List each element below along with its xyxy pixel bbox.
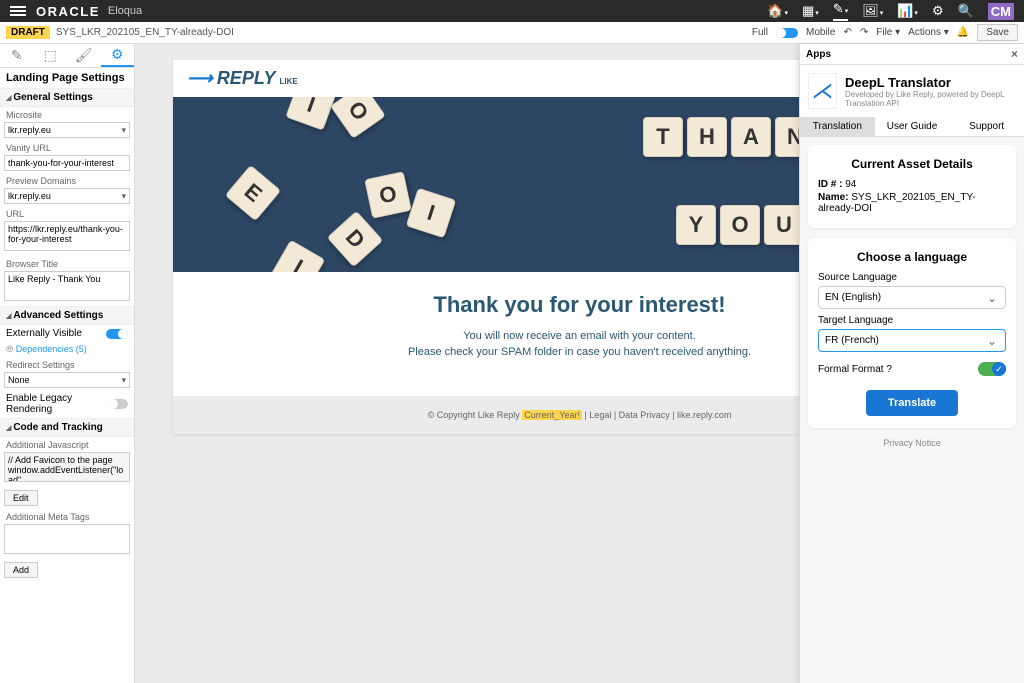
settings-sidebar: ✎ ⬚ 🖌 ⚙ Landing Page Settings General Se… [0, 44, 135, 683]
url-value: https://lkr.reply.eu/thank-you-for-your-… [4, 221, 130, 251]
lang-card-title: Choose a language [818, 250, 1006, 264]
asset-card-title: Current Asset Details [818, 157, 1006, 171]
meta-label: Additional Meta Tags [0, 509, 134, 522]
header-actions: 🏠 ▦ ✎ 🖼 📊 ⚙ 🔍 CM [767, 1, 1014, 21]
target-lang-label: Target Language [818, 315, 1006, 326]
redo-icon[interactable]: ↷ [860, 27, 868, 38]
mobile-label: Mobile [806, 27, 835, 38]
section-advanced[interactable]: Advanced Settings [0, 306, 134, 325]
product-name: Eloqua [108, 5, 142, 17]
legacy-row: Enable Legacy Rendering [0, 390, 134, 418]
bell-icon[interactable]: 🔔 [957, 27, 969, 38]
home-icon[interactable]: 🏠 [767, 3, 788, 19]
asset-details-card: Current Asset Details ID # : 94 Name: SY… [808, 145, 1016, 228]
formal-toggle[interactable] [978, 362, 1006, 376]
settings-icon[interactable]: ⚙ [932, 3, 944, 19]
draft-badge: DRAFT [6, 26, 50, 39]
apps-panel: Apps × ⋌ DeepL Translator Developed by L… [799, 44, 1024, 683]
meta-input[interactable] [4, 524, 130, 554]
url-label: URL [0, 206, 134, 219]
redirect-select[interactable]: None [4, 372, 130, 388]
source-lang-label: Source Language [818, 272, 1006, 283]
grid-icon[interactable]: ▦ [802, 3, 819, 19]
redirect-label: Redirect Settings [0, 357, 134, 370]
tab-brush-icon[interactable]: 🖌 [67, 44, 101, 67]
section-code[interactable]: Code and Tracking [0, 418, 134, 437]
section-general[interactable]: General Settings [0, 88, 134, 107]
ext-visible-label: Externally Visible [6, 328, 82, 339]
legacy-toggle[interactable] [108, 399, 128, 409]
menu-icon[interactable] [10, 4, 26, 18]
privacy-link[interactable]: Privacy Notice [808, 438, 1016, 448]
tab-layout-icon[interactable]: ✎ [0, 44, 34, 67]
tab-translation[interactable]: Translation [800, 117, 875, 136]
formal-label: Formal Format ? [818, 364, 892, 375]
edit-js-button[interactable]: Edit [4, 490, 38, 506]
formal-row: Formal Format ? [818, 362, 1006, 376]
language-card: Choose a language Source Language EN (En… [808, 238, 1016, 428]
app-subtitle: Developed by Like Reply, powered by Deep… [845, 90, 1016, 108]
legacy-label: Enable Legacy Rendering [6, 393, 108, 415]
top-header: ORACLE Eloqua 🏠 ▦ ✎ 🖼 📊 ⚙ 🔍 CM [0, 0, 1024, 22]
edit-icon[interactable]: ✎ [833, 1, 848, 21]
app-info: ⋌ DeepL Translator Developed by Like Rep… [800, 65, 1024, 117]
file-menu[interactable]: File ▾ [876, 27, 900, 38]
browser-title-label: Browser Title [0, 256, 134, 269]
device-toggle[interactable] [776, 28, 798, 38]
microsite-label: Microsite [0, 107, 134, 120]
microsite-select[interactable]: lkr.reply.eu [4, 122, 130, 138]
vanity-label: Vanity URL [0, 140, 134, 153]
translate-button[interactable]: Translate [866, 390, 958, 416]
full-label: Full [752, 27, 768, 38]
sidebar-title: Landing Page Settings [0, 68, 134, 88]
user-badge[interactable]: CM [988, 3, 1014, 20]
app-name: DeepL Translator [845, 75, 1016, 90]
target-lang-select[interactable]: FR (French) [818, 329, 1006, 352]
ext-visible-toggle[interactable] [106, 329, 128, 339]
apps-panel-header: Apps × [800, 44, 1024, 65]
sub-header-actions: Full Mobile ↶ ↷ File ▾ Actions ▾ 🔔 Save [752, 24, 1018, 41]
sidebar-tabs: ✎ ⬚ 🖌 ⚙ [0, 44, 134, 68]
js-label: Additional Javascript [0, 437, 134, 450]
ext-visible-row: Externally Visible [0, 325, 134, 342]
js-preview: // Add Favicon to the page window.addEve… [4, 452, 130, 482]
close-icon[interactable]: × [1011, 47, 1018, 61]
app-body: Current Asset Details ID # : 94 Name: SY… [800, 137, 1024, 683]
app-tabs: Translation User Guide Support [800, 117, 1024, 137]
source-lang-select[interactable]: EN (English) [818, 286, 1006, 309]
tab-support[interactable]: Support [949, 117, 1024, 136]
apps-title: Apps [806, 49, 831, 60]
sub-header: DRAFT SYS_LKR_202105_EN_TY-already-DOI F… [0, 22, 1024, 44]
save-button[interactable]: Save [977, 24, 1018, 41]
tab-box-icon[interactable]: ⬚ [34, 44, 68, 67]
brand-logo: ORACLE [36, 4, 100, 19]
vanity-input[interactable] [4, 155, 130, 171]
deepl-icon: ⋌ [808, 73, 837, 109]
image-icon[interactable]: 🖼 [862, 3, 883, 19]
chart-icon[interactable]: 📊 [897, 3, 918, 19]
undo-icon[interactable]: ↶ [843, 27, 851, 38]
dependencies-link[interactable]: Dependencies (5) [0, 342, 134, 357]
actions-menu[interactable]: Actions ▾ [908, 27, 949, 38]
asset-name: SYS_LKR_202105_EN_TY-already-DOI [56, 27, 234, 38]
add-meta-button[interactable]: Add [4, 562, 38, 578]
preview-label: Preview Domains [0, 173, 134, 186]
tab-guide[interactable]: User Guide [875, 117, 950, 136]
search-icon[interactable]: 🔍 [958, 3, 974, 19]
tab-gear-icon[interactable]: ⚙ [101, 44, 135, 67]
preview-select[interactable]: lkr.reply.eu [4, 188, 130, 204]
browser-title-input[interactable]: Like Reply - Thank You [4, 271, 130, 301]
